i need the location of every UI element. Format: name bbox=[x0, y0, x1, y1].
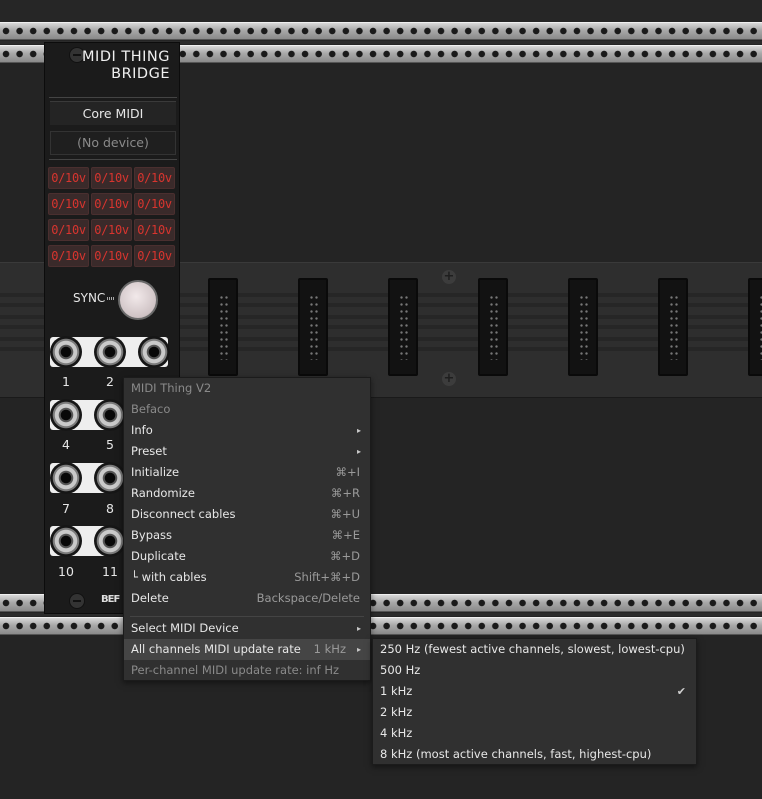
menu-item-preset[interactable]: Preset ▸ bbox=[124, 441, 370, 462]
menu-item-bypass[interactable]: Bypass ⌘+E bbox=[124, 525, 370, 546]
menu-item-info[interactable]: Info ▸ bbox=[124, 420, 370, 441]
range-button[interactable]: 0/10v bbox=[48, 193, 89, 215]
screw-icon: + bbox=[442, 269, 456, 284]
module-context-menu: MIDI Thing V2 Befaco Info ▸ Preset ▸ Ini… bbox=[123, 377, 371, 681]
update-rate-submenu: 250 Hz (fewest active channels, slowest,… bbox=[372, 638, 697, 765]
shortcut-label: Backspace/Delete bbox=[256, 591, 360, 605]
shortcut-label: ⌘+I bbox=[335, 465, 360, 479]
rate-option-4khz[interactable]: 4 kHz bbox=[373, 723, 696, 744]
output-jack[interactable] bbox=[94, 336, 126, 368]
befaco-logo: BEF bbox=[101, 594, 120, 605]
sync-indicator-icon bbox=[107, 297, 115, 300]
idc-connector bbox=[568, 278, 598, 376]
menu-item-randomize[interactable]: Randomize ⌘+R bbox=[124, 483, 370, 504]
range-button[interactable]: 0/10v bbox=[134, 245, 175, 267]
output-jack[interactable] bbox=[50, 525, 82, 557]
range-button[interactable]: 0/10v bbox=[48, 219, 89, 241]
checkmark-icon: ✔ bbox=[676, 685, 686, 698]
jack-number: 2 bbox=[106, 374, 114, 389]
range-button[interactable]: 0/10v bbox=[48, 245, 89, 267]
output-jack[interactable] bbox=[50, 462, 82, 494]
idc-connector bbox=[658, 278, 688, 376]
menu-header-brand: Befaco bbox=[131, 402, 171, 416]
submenu-arrow-icon: ▸ bbox=[356, 426, 361, 435]
menu-item-select-midi-device[interactable]: Select MIDI Device ▸ bbox=[124, 618, 370, 639]
sync-label: SYNC bbox=[73, 291, 106, 305]
rate-option-1khz[interactable]: 1 kHz ✔ bbox=[373, 681, 696, 702]
idc-connector bbox=[388, 278, 418, 376]
menu-item-delete[interactable]: Delete Backspace/Delete bbox=[124, 588, 370, 609]
menu-item-update-rate[interactable]: All channels MIDI update rate 1 kHz ▸ bbox=[124, 639, 370, 660]
submenu-arrow-icon: ▸ bbox=[356, 645, 361, 654]
output-jack[interactable] bbox=[50, 399, 82, 431]
rate-option-8khz[interactable]: 8 kHz (most active channels, fast, highe… bbox=[373, 744, 696, 765]
sync-button[interactable] bbox=[118, 280, 158, 320]
range-button[interactable]: 0/10v bbox=[134, 167, 175, 189]
jack-number: 7 bbox=[62, 501, 70, 516]
module-title: MIDI THING BRIDGE bbox=[82, 49, 170, 83]
midi-driver-display[interactable]: Core MIDI bbox=[50, 101, 176, 125]
rack-rail-bottom-2 bbox=[0, 617, 762, 635]
jack-number: 5 bbox=[106, 437, 114, 452]
menu-item-duplicate[interactable]: Duplicate ⌘+D bbox=[124, 546, 370, 567]
jack-number: 8 bbox=[106, 501, 114, 516]
range-button[interactable]: 0/10v bbox=[134, 193, 175, 215]
submenu-arrow-icon: ▸ bbox=[356, 624, 361, 633]
voltage-range-grid: 0/10v 0/10v 0/10v 0/10v 0/10v 0/10v 0/10… bbox=[48, 167, 178, 267]
range-button[interactable]: 0/10v bbox=[91, 193, 132, 215]
idc-connector bbox=[208, 278, 238, 376]
shortcut-label: ⌘+D bbox=[330, 549, 360, 563]
jack-number: 11 bbox=[102, 564, 118, 579]
rate-option-250hz[interactable]: 250 Hz (fewest active channels, slowest,… bbox=[373, 639, 696, 660]
idc-connector bbox=[748, 278, 762, 376]
submenu-arrow-icon: ▸ bbox=[356, 447, 361, 456]
output-jack[interactable] bbox=[94, 525, 126, 557]
rate-option-500hz[interactable]: 500 Hz bbox=[373, 660, 696, 681]
jack-number: 4 bbox=[62, 437, 70, 452]
rate-option-2khz[interactable]: 2 kHz bbox=[373, 702, 696, 723]
shortcut-label: ⌘+R bbox=[330, 486, 360, 500]
module-title-line2: BRIDGE bbox=[111, 66, 170, 82]
shortcut-label: Shift+⌘+D bbox=[294, 570, 360, 584]
menu-item-initialize[interactable]: Initialize ⌘+I bbox=[124, 462, 370, 483]
range-button[interactable]: 0/10v bbox=[48, 167, 89, 189]
range-button[interactable]: 0/10v bbox=[91, 245, 132, 267]
shortcut-label: ⌘+U bbox=[330, 507, 360, 521]
rack-rail-top-1 bbox=[0, 22, 762, 40]
output-jack[interactable] bbox=[94, 462, 126, 494]
module-title-line1: MIDI THING bbox=[82, 49, 170, 65]
idc-connector bbox=[478, 278, 508, 376]
menu-item-disconnect-cables[interactable]: Disconnect cables ⌘+U bbox=[124, 504, 370, 525]
screw-icon: + bbox=[442, 371, 456, 386]
menu-item-per-channel-rate: Per-channel MIDI update rate: inf Hz bbox=[131, 663, 340, 677]
jack-number: 1 bbox=[62, 374, 70, 389]
midi-device-display[interactable]: (No device) bbox=[50, 131, 176, 155]
shortcut-label: ⌘+E bbox=[331, 528, 360, 542]
range-button[interactable]: 0/10v bbox=[91, 167, 132, 189]
menu-header-model: MIDI Thing V2 bbox=[131, 381, 212, 395]
jack-number: 10 bbox=[58, 564, 74, 579]
update-rate-value: 1 kHz bbox=[313, 642, 346, 656]
output-jack[interactable] bbox=[138, 336, 170, 368]
output-jack[interactable] bbox=[94, 399, 126, 431]
menu-item-duplicate-with-cables[interactable]: └ with cables Shift+⌘+D bbox=[124, 567, 370, 588]
range-button[interactable]: 0/10v bbox=[134, 219, 175, 241]
output-jack[interactable] bbox=[50, 336, 82, 368]
idc-connector bbox=[298, 278, 328, 376]
screw-icon bbox=[69, 593, 85, 609]
range-button[interactable]: 0/10v bbox=[91, 219, 132, 241]
